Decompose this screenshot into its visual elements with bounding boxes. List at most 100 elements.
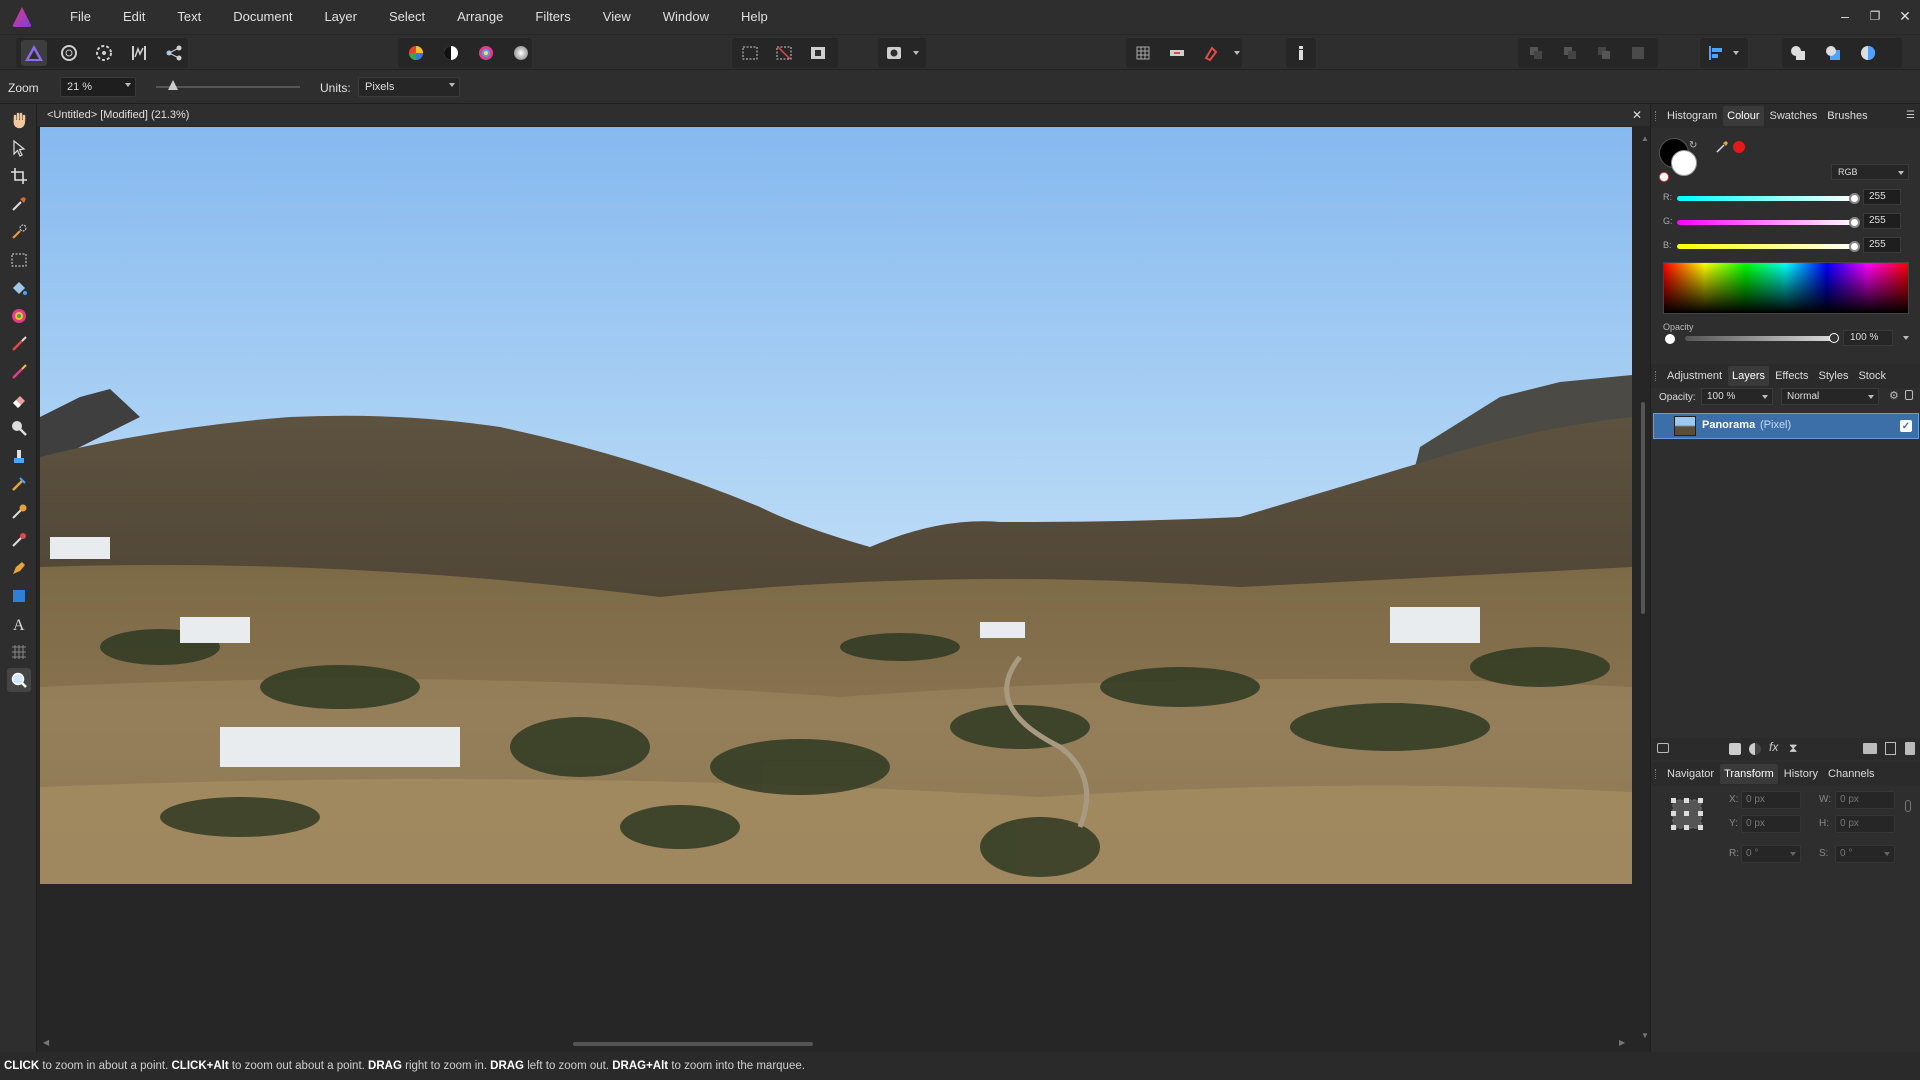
erase-brush-icon[interactable] [7, 388, 31, 412]
smudge-brush-icon[interactable] [7, 500, 31, 524]
zoom-slider-handle[interactable] [168, 80, 178, 90]
menu-select[interactable]: Select [373, 0, 441, 34]
image-canvas[interactable] [40, 127, 1632, 884]
menu-view[interactable]: View [587, 0, 647, 34]
pen-tool-icon[interactable] [7, 556, 31, 580]
align-icon[interactable] [1703, 40, 1729, 66]
paint-brush-icon[interactable] [7, 332, 31, 356]
grid-icon[interactable] [1130, 40, 1156, 66]
layer-opacity-field[interactable]: 100 % [1701, 388, 1773, 405]
healing-brush-icon[interactable] [7, 472, 31, 496]
blue-value-field[interactable]: 255 [1863, 237, 1901, 253]
crop-tool-icon[interactable] [7, 164, 31, 188]
tab-history[interactable]: History [1780, 764, 1822, 784]
mask-layer-icon[interactable] [1729, 743, 1741, 755]
menu-help[interactable]: Help [725, 0, 784, 34]
scroll-right-icon[interactable]: ▶ [1619, 1038, 1625, 1047]
menu-arrange[interactable]: Arrange [441, 0, 519, 34]
context-toolbar-toggle-icon[interactable] [1288, 40, 1314, 66]
color-picker-icon[interactable] [7, 192, 31, 216]
color-replace-icon[interactable] [7, 360, 31, 384]
zoom-field[interactable]: 21 % [60, 77, 136, 97]
move-back-one-icon[interactable] [1557, 40, 1583, 66]
menu-layer[interactable]: Layer [308, 0, 373, 34]
horizontal-scrollbar[interactable]: ◀ ▶ [37, 1036, 1636, 1052]
shear-dropdown-icon[interactable] [1884, 852, 1890, 856]
blue-slider-knob[interactable] [1849, 241, 1860, 252]
tab-styles[interactable]: Styles [1815, 366, 1853, 386]
minimize-button[interactable]: – [1830, 0, 1860, 34]
colour-opacity-dropdown[interactable] [1899, 330, 1913, 346]
units-select[interactable]: Pixels [358, 77, 460, 97]
transform-shear-field[interactable]: 0 ° [1835, 845, 1895, 863]
tab-adjustment[interactable]: Adjustment [1663, 366, 1726, 386]
select-all-icon[interactable] [737, 40, 763, 66]
text-tool-icon[interactable]: A [7, 612, 31, 636]
gradient-tool-icon[interactable] [7, 304, 31, 328]
layer-opacity-dropdown-icon[interactable] [1762, 395, 1768, 399]
move-forward-one-icon[interactable] [1591, 40, 1617, 66]
subtract-boolean-icon[interactable] [1820, 40, 1846, 66]
no-colour-icon[interactable] [1659, 172, 1669, 182]
close-document-button[interactable]: ✕ [1632, 104, 1642, 126]
restore-button[interactable]: ❐ [1860, 0, 1890, 34]
colour-mode-dropdown-icon[interactable] [1898, 171, 1904, 175]
add-group-icon[interactable] [1863, 743, 1877, 754]
tab-effects[interactable]: Effects [1771, 366, 1812, 386]
colour-opacity-slider[interactable] [1685, 333, 1839, 343]
delete-layer-icon[interactable] [1905, 742, 1915, 755]
panel-menu-icon[interactable]: ☰ [1906, 110, 1915, 121]
transform-w-field[interactable]: 0 px [1835, 791, 1895, 809]
add-boolean-icon[interactable] [1785, 40, 1811, 66]
tab-channels[interactable]: Channels [1824, 764, 1878, 784]
colour-opacity-knob[interactable] [1829, 333, 1839, 343]
tab-layers[interactable]: Layers [1728, 366, 1770, 386]
green-value-field[interactable]: 255 [1863, 213, 1901, 229]
tab-brushes[interactable]: Brushes [1823, 106, 1871, 126]
auto-levels-icon[interactable] [403, 40, 429, 66]
colour-spectrum[interactable] [1663, 262, 1909, 314]
opacity-reset-icon[interactable] [1665, 334, 1675, 344]
move-to-front-icon[interactable] [1625, 40, 1651, 66]
transform-rotation-field[interactable]: 0 ° [1741, 845, 1801, 863]
layer-visibility-checkbox[interactable]: ✓ [1900, 420, 1912, 432]
align-dropdown-icon[interactable] [1733, 51, 1739, 55]
liquify-persona-icon[interactable] [56, 40, 82, 66]
lock-aspect-ratio-icon[interactable] [1905, 800, 1911, 812]
live-filter-icon[interactable]: ⧗ [1789, 741, 1797, 756]
tone-mapping-persona-icon[interactable] [126, 40, 152, 66]
scroll-up-icon[interactable]: ▲ [1641, 134, 1649, 143]
flood-fill-icon[interactable] [7, 276, 31, 300]
transform-y-field[interactable]: 0 px [1741, 815, 1801, 833]
intersect-boolean-icon[interactable] [1855, 40, 1881, 66]
view-tool-icon[interactable] [7, 108, 31, 132]
colour-opacity-dropdown-icon[interactable] [1903, 336, 1909, 340]
menu-document[interactable]: Document [217, 0, 308, 34]
photo-persona-icon[interactable] [21, 40, 47, 66]
green-slider[interactable] [1677, 217, 1860, 228]
secondary-colour-swatch[interactable] [1671, 150, 1697, 176]
red-slider-knob[interactable] [1849, 193, 1860, 204]
scroll-left-icon[interactable]: ◀ [43, 1038, 49, 1047]
blend-mode-select[interactable]: Normal [1781, 388, 1879, 405]
red-value-field[interactable]: 255 [1863, 189, 1901, 205]
menu-filters[interactable]: Filters [519, 0, 586, 34]
tab-histogram[interactable]: Histogram [1663, 106, 1721, 126]
quick-mask-icon[interactable] [881, 40, 907, 66]
red-eye-icon[interactable] [7, 528, 31, 552]
transform-h-field[interactable]: 0 px [1835, 815, 1895, 833]
assistant-icon[interactable] [1164, 40, 1190, 66]
deselect-icon[interactable] [771, 40, 797, 66]
snapping-icon[interactable] [1198, 40, 1224, 66]
invert-selection-icon[interactable] [805, 40, 831, 66]
horizontal-scroll-thumb[interactable] [573, 1042, 813, 1046]
add-pixel-layer-icon[interactable] [1885, 742, 1896, 755]
selection-brush-icon[interactable] [7, 220, 31, 244]
red-slider[interactable] [1677, 193, 1860, 204]
move-tool-icon[interactable] [7, 136, 31, 160]
tab-stock[interactable]: Stock [1854, 366, 1890, 386]
close-window-button[interactable]: ✕ [1890, 0, 1920, 34]
transform-x-field[interactable]: 0 px [1741, 791, 1801, 809]
mesh-warp-icon[interactable] [7, 640, 31, 664]
auto-white-balance-icon[interactable] [508, 40, 534, 66]
